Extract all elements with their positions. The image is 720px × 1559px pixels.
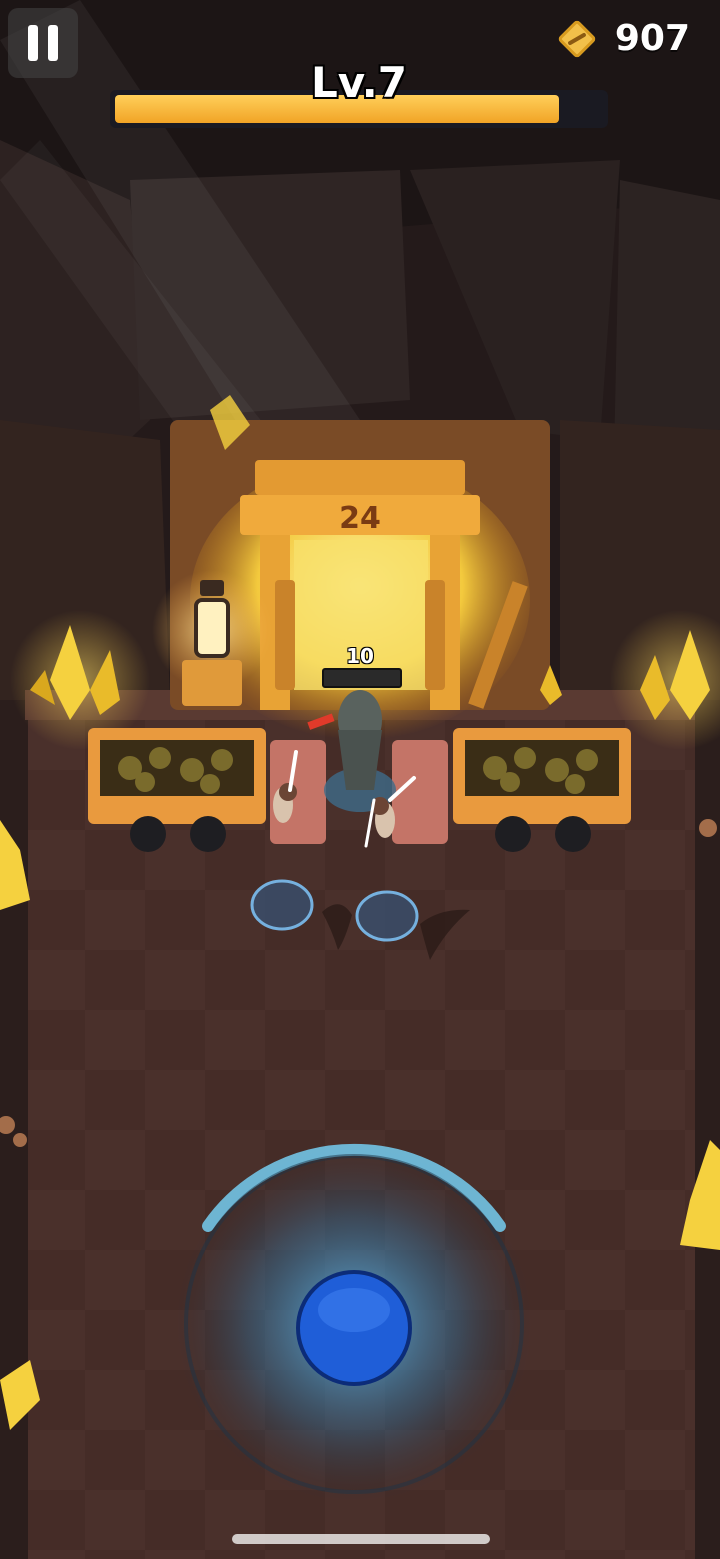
player-hp-value: 10 xyxy=(346,644,374,668)
gold-value: 907 xyxy=(614,18,690,59)
gold-coin-icon xyxy=(557,18,597,59)
pause-icon xyxy=(28,25,38,61)
player-hp: 10 xyxy=(320,644,402,688)
gold-counter: 907 xyxy=(557,18,690,59)
mine-number: 24 xyxy=(339,501,381,536)
player-hp-bar xyxy=(322,668,402,688)
level-label: Lv.7 xyxy=(311,58,407,107)
level-progress: Lv.7 xyxy=(110,58,608,130)
home-indicator[interactable] xyxy=(232,1534,490,1544)
virtual-joystick[interactable] xyxy=(176,1143,532,1502)
game-scene: 24 xyxy=(0,0,720,1559)
pause-button[interactable] xyxy=(8,8,78,78)
